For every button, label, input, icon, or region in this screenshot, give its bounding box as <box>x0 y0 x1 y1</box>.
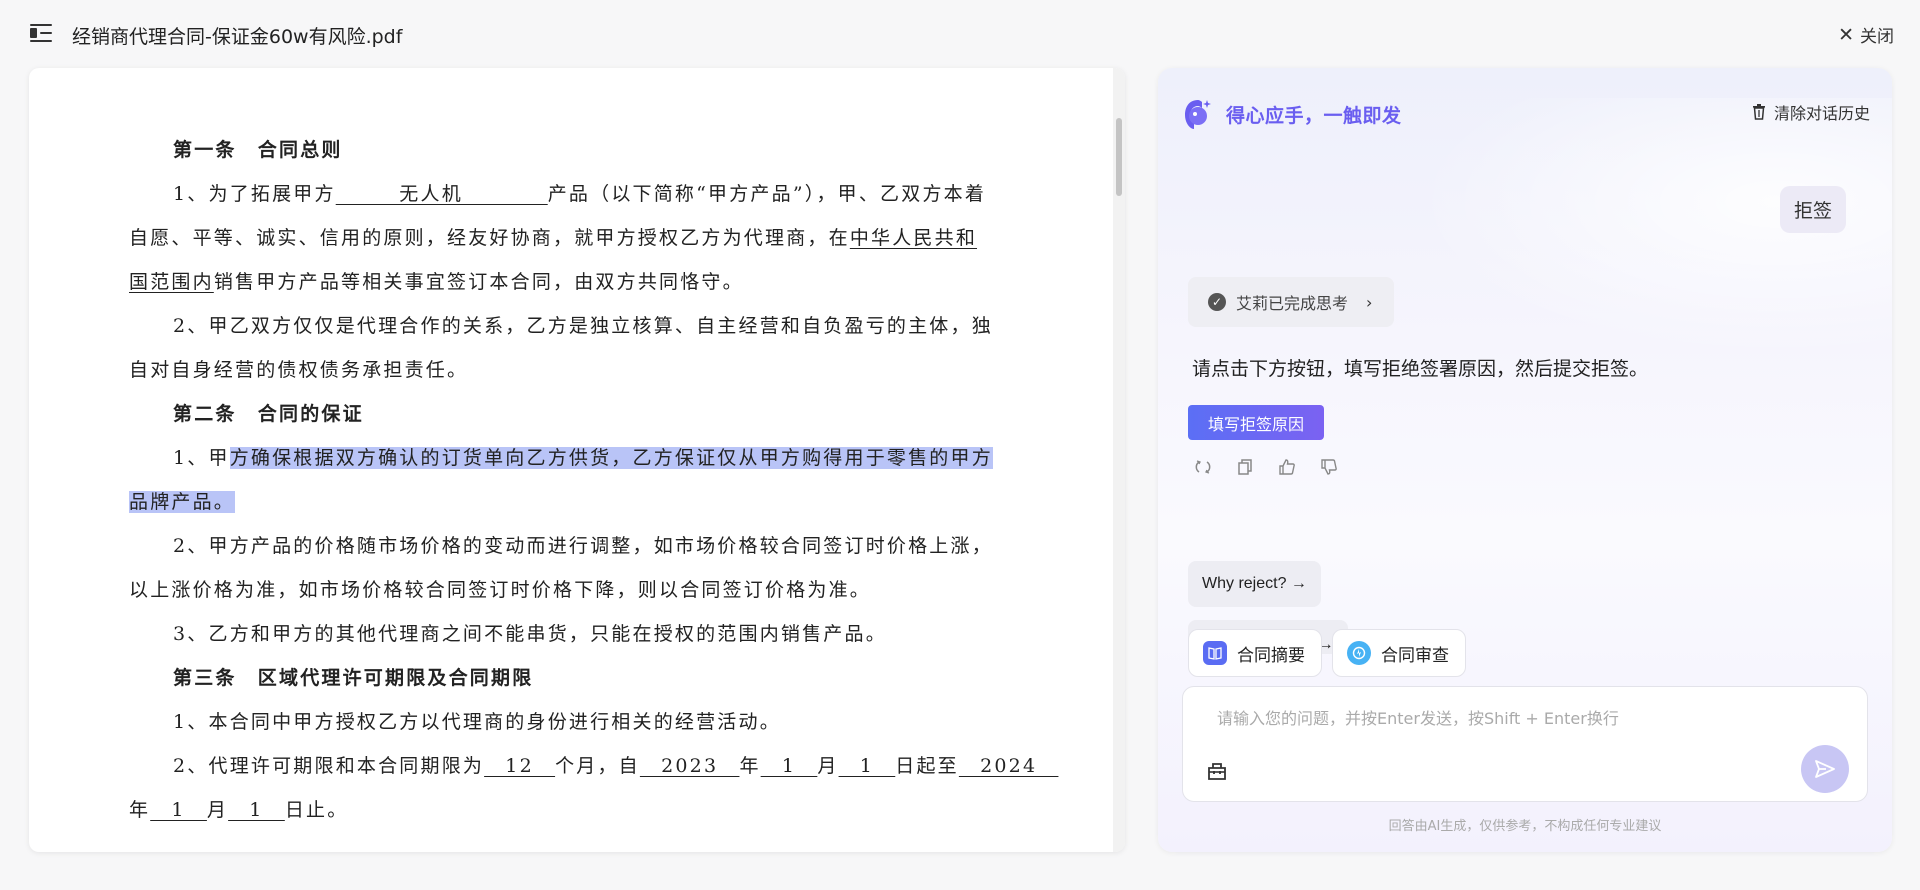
document-line: 自愿、平等、诚实、信用的原则，经友好协商，就甲方授权乙方为代理商，在中华人民共和 <box>129 216 1053 260</box>
assistant-logo-icon <box>1185 100 1211 129</box>
document-content: 第一条 合同总则 1、为了拓展甲方 无人机 产品（以下简称“甲方产品”），甲、乙双… <box>129 128 1053 832</box>
toolbox-icon[interactable] <box>1205 759 1229 783</box>
thumbs-down-icon[interactable] <box>1318 456 1340 478</box>
document-line: 1、甲方确保根据双方确认的订货单向乙方供货，乙方保证仅从甲方购得用于零售的甲方 <box>129 436 1053 480</box>
document-heading: 第一条 合同总则 <box>129 128 1053 172</box>
close-icon: ✕ <box>1838 23 1854 46</box>
top-bar: 经销商代理合同-保证金60w有风险.pdf ✕ 关闭 <box>0 0 1920 68</box>
check-circle-icon: ✓ <box>1208 293 1226 311</box>
underlined-field: 12 <box>484 755 556 777</box>
document-line: 2、甲方产品的价格随市场价格的变动而进行调整，如市场价格较合同签订时价格上涨， <box>129 524 1053 568</box>
document-text: 日起至 <box>895 755 959 777</box>
assistant-brand: 得心应手，一触即发 <box>1180 96 1402 132</box>
book-icon <box>1203 641 1227 665</box>
document-text: 1、甲 <box>173 447 230 469</box>
highlighted-text: 方确保根据双方确认的订货单向乙方供货，乙方保证仅从甲方购得用于零售的甲方 <box>229 447 993 469</box>
copy-icon[interactable] <box>1234 456 1256 478</box>
document-text: 月 <box>206 799 229 821</box>
document-line: 1、本合同中甲方授权乙方以代理商的身份进行相关的经营活动。 <box>129 700 1053 744</box>
pdf-viewer[interactable]: 第一条 合同总则 1、为了拓展甲方 无人机 产品（以下简称“甲方产品”），甲、乙双… <box>29 68 1125 852</box>
document-text: 第一条 合同总则 <box>173 139 343 161</box>
chat-input-box <box>1182 686 1868 802</box>
chat-input[interactable] <box>1215 703 1819 733</box>
suggestion-why-reject[interactable]: Why reject? → <box>1188 561 1321 607</box>
underlined-field: 1 <box>228 799 285 821</box>
ai-assistant-panel: 得心应手，一触即发 清除对话历史 拒签 ✓ 艾莉已完成思考 › 请点击下方按钮，… <box>1158 68 1892 852</box>
document-text: 以上涨价格为准，如市场价格较合同签订时价格下降，则以合同签订价格为准。 <box>129 579 872 601</box>
document-text: 自对自身经营的债权债务承担责任。 <box>129 359 469 381</box>
document-text: 月 <box>817 755 839 777</box>
audit-icon <box>1347 641 1371 665</box>
regenerate-icon[interactable] <box>1192 456 1214 478</box>
thinking-status-toggle[interactable]: ✓ 艾莉已完成思考 › <box>1188 277 1395 327</box>
assistant-brand-name: 得心应手，一触即发 <box>1226 104 1402 127</box>
document-text: 销售甲方产品等相关事宜签订本合同，由双方共同恪守。 <box>213 271 744 293</box>
thumbs-up-icon[interactable] <box>1276 456 1298 478</box>
contract-review-button[interactable]: 合同审查 <box>1332 629 1466 677</box>
document-line: 2、甲乙双方仅仅是代理合作的关系，乙方是独立核算、自主经营和自负盈亏的主体，独 <box>129 304 1053 348</box>
underlined-field: 1 <box>150 799 207 821</box>
fill-reject-reason-button[interactable]: 填写拒签原因 <box>1188 405 1325 440</box>
document-line: 自对自身经营的债权债务承担责任。 <box>129 348 1053 392</box>
underlined-field: 中华人民共和 <box>849 227 978 249</box>
contract-summary-label: 合同摘要 <box>1237 645 1305 666</box>
document-text: 2、代理许可期限和本合同期限为 <box>173 755 485 777</box>
highlighted-text: 品牌产品。 <box>129 491 236 513</box>
document-heading: 第二条 合同的保证 <box>129 392 1053 436</box>
trash-icon <box>1752 104 1765 120</box>
document-text: 自愿、平等、诚实、信用的原则，经友好协商，就甲方授权乙方为代理商，在 <box>129 227 850 249</box>
contract-summary-button[interactable]: 合同摘要 <box>1188 629 1322 677</box>
document-title: 经销商代理合同-保证金60w有风险.pdf <box>72 26 403 48</box>
document-line: 3、乙方和甲方的其他代理商之间不能串货，只能在授权的范围内销售产品。 <box>129 612 1053 656</box>
document-line: 国范围内销售甲方产品等相关事宜签订本合同，由双方共同恪守。 <box>129 260 1053 304</box>
document-text: 2、甲方产品的价格随市场价格的变动而进行调整，如市场价格较合同签订时价格上涨， <box>173 535 993 557</box>
send-button[interactable] <box>1801 745 1849 793</box>
underlined-field: 1 <box>838 755 896 777</box>
thinking-status-label: 艾莉已完成思考 <box>1236 294 1349 313</box>
quick-actions: 合同摘要 合同审查 <box>1188 629 1466 677</box>
document-text: 第二条 合同的保证 <box>173 403 364 425</box>
collapse-menu-icon[interactable] <box>30 22 56 44</box>
message-actions <box>1192 456 1340 478</box>
document-scrollbar[interactable] <box>1113 68 1125 852</box>
underlined-field: 2024 <box>958 755 1059 777</box>
underlined-field: 2023 <box>639 755 740 777</box>
document-text: 日止。 <box>284 799 349 821</box>
clear-history-label: 清除对话历史 <box>1773 104 1870 123</box>
document-line: 品牌产品。 <box>129 480 1053 524</box>
chevron-right-icon: › <box>1366 292 1373 312</box>
clear-history-button[interactable]: 清除对话历史 <box>1752 100 1870 124</box>
underlined-field: 无人机 <box>335 183 548 205</box>
document-line: 以上涨价格为准，如市场价格较合同签订时价格下降，则以合同签订价格为准。 <box>129 568 1053 612</box>
ai-disclaimer: 回答由AI生成，仅供参考，不构成任何专业建议 <box>1388 819 1662 834</box>
contract-review-label: 合同审查 <box>1381 645 1449 666</box>
document-text: 1、本合同中甲方授权乙方以代理商的身份进行相关的经营活动。 <box>173 711 781 733</box>
document-line: 2、代理许可期限和本合同期限为 12 个月，自 2023 年 1 月 1 日起至… <box>129 744 1053 788</box>
document-text: 第三条 区域代理许可期限及合同期限 <box>173 667 534 689</box>
document-text: 产品（以下简称“甲方产品”），甲、乙双方本着 <box>547 183 987 205</box>
document-text: 年 <box>129 799 151 821</box>
user-message: 拒签 <box>1779 186 1846 233</box>
underlined-field: 1 <box>760 755 818 777</box>
close-button[interactable]: ✕ 关闭 <box>1838 22 1894 48</box>
send-icon <box>1815 760 1835 778</box>
document-text: 1、为了拓展甲方 <box>173 183 336 205</box>
document-line: 年 1 月 1 日止。 <box>129 788 1053 832</box>
document-line: 1、为了拓展甲方 无人机 产品（以下简称“甲方产品”），甲、乙双方本着 <box>129 172 1053 216</box>
document-text: 个月，自 <box>555 755 640 777</box>
document-text: 2、甲乙双方仅仅是代理合作的关系，乙方是独立核算、自主经营和自负盈亏的主体，独 <box>173 315 993 337</box>
document-text: 3、乙方和甲方的其他代理商之间不能串货，只能在授权的范围内销售产品。 <box>173 623 887 645</box>
underlined-field: 国范围内 <box>129 271 214 293</box>
close-label: 关闭 <box>1860 27 1894 47</box>
document-text: 年 <box>739 755 761 777</box>
scrollbar-thumb[interactable] <box>1116 118 1122 196</box>
assistant-answer: 请点击下方按钮，填写拒绝签署原因，然后提交拒签。 <box>1192 358 1649 380</box>
document-heading: 第三条 区域代理许可期限及合同期限 <box>129 656 1053 700</box>
